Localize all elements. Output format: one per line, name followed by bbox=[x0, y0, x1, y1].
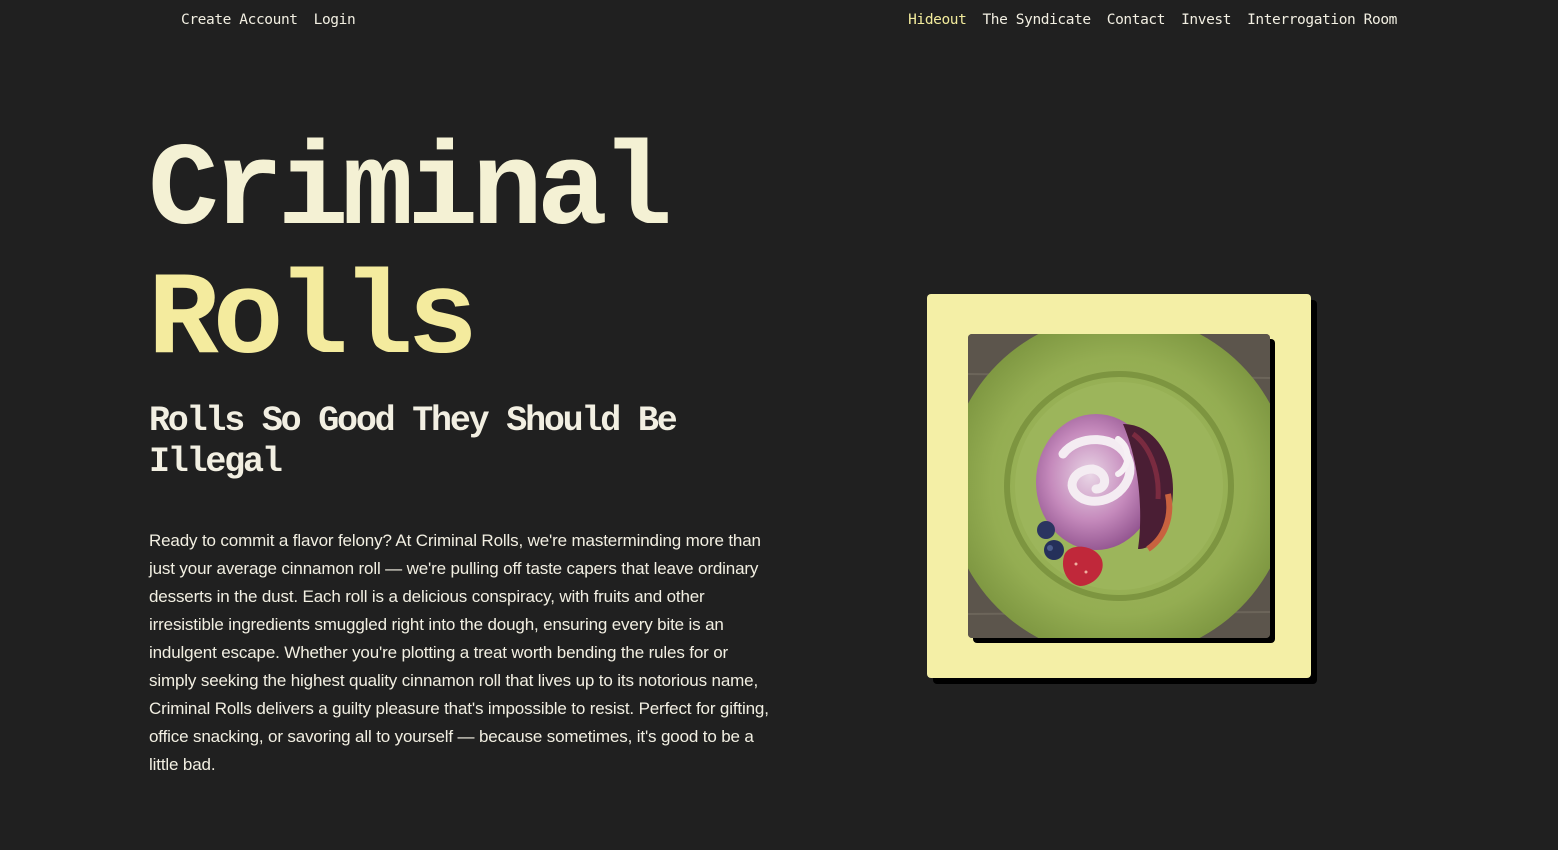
create-account-link[interactable]: Create Account bbox=[181, 10, 298, 30]
hero-title: Criminal Rolls bbox=[148, 126, 672, 388]
account-nav: Create Account Login bbox=[181, 10, 356, 30]
nav-invest[interactable]: Invest bbox=[1181, 10, 1231, 30]
cinnamon-roll-photo bbox=[968, 334, 1270, 638]
main-nav: Hideout The Syndicate Contact Invest Int… bbox=[908, 10, 1397, 30]
nav-contact[interactable]: Contact bbox=[1107, 10, 1166, 30]
hero-title-line2: Rolls bbox=[148, 255, 478, 388]
hero-description: Ready to commit a flavor felony? At Crim… bbox=[149, 531, 769, 774]
nav-the-syndicate[interactable]: The Syndicate bbox=[982, 10, 1091, 30]
photo-frame bbox=[927, 294, 1311, 678]
nav-interrogation-room[interactable]: Interrogation Room bbox=[1247, 10, 1397, 30]
login-link[interactable]: Login bbox=[314, 10, 356, 30]
hero-tagline: Rolls So Good They Should Be Illegal bbox=[149, 401, 678, 482]
nav-hideout[interactable]: Hideout bbox=[908, 10, 967, 30]
hero-title-line1: Criminal bbox=[148, 126, 672, 259]
